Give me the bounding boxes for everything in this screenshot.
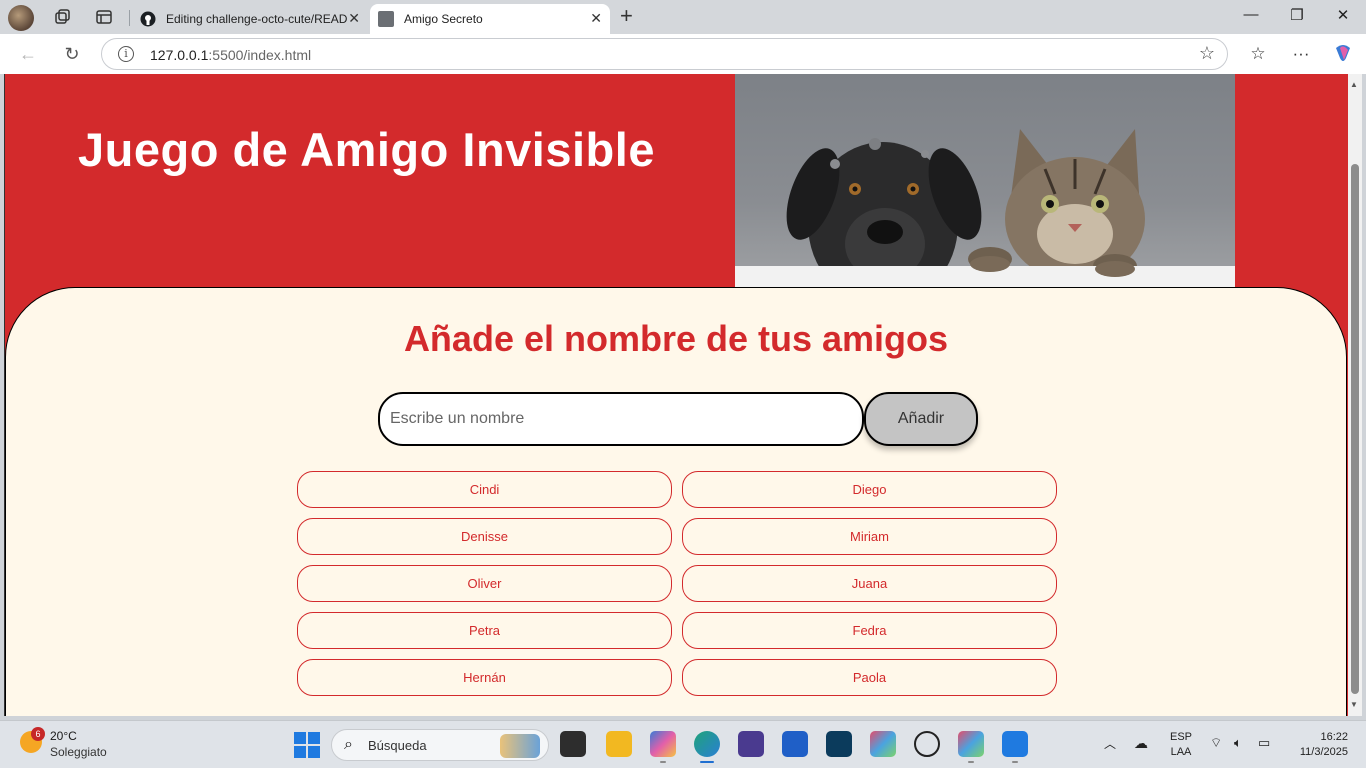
battery-icon[interactable]: ▭: [1258, 735, 1270, 751]
app-running-indicator: [1012, 761, 1018, 763]
tab-title: Editing challenge-octo-cute/READ: [166, 12, 348, 26]
new-tab-icon[interactable]: +: [620, 5, 633, 27]
url-text: 127.0.0.1:5500/index.html: [150, 47, 311, 63]
lang-code: ESP: [1169, 731, 1192, 743]
friend-item: Paola: [682, 659, 1057, 696]
close-tab-icon[interactable]: ✕: [348, 10, 360, 27]
vscode-icon[interactable]: [1002, 731, 1028, 757]
chatgpt-icon[interactable]: [914, 731, 940, 757]
app-icon[interactable]: [958, 731, 984, 757]
tab-title: Amigo Secreto: [404, 12, 483, 26]
language-indicator[interactable]: ESP LAA: [1168, 730, 1194, 760]
app-running-indicator: [968, 761, 974, 763]
file-explorer-icon[interactable]: [606, 731, 632, 757]
friends-list: Cindi Diego Denisse Miriam Oliver Juana …: [297, 471, 1057, 696]
url-host: 127.0.0.1: [150, 47, 209, 63]
favorite-star-icon[interactable]: ☆: [1199, 43, 1215, 64]
taskbar-search[interactable]: ⌕ Búsqueda: [331, 729, 549, 761]
taskbar: 6 20°C Soleggiato ⌕ Búsqueda ︿ ☁ ESP LAA…: [0, 720, 1366, 768]
friends-section: Añade el nombre de tus amigos Añadir Cin…: [5, 287, 1347, 716]
reload-icon[interactable]: ↻: [60, 42, 84, 66]
section-title: Añade el nombre de tus amigos: [403, 318, 949, 359]
site-favicon-icon: [378, 11, 394, 27]
lang-layout: LAA: [1170, 746, 1192, 758]
weather-temp[interactable]: 20°C: [50, 729, 77, 743]
disney-plus-icon[interactable]: [826, 731, 852, 757]
vertical-tabs-icon[interactable]: [92, 6, 116, 28]
copilot-app-icon[interactable]: [650, 731, 676, 757]
tray-chevron-icon[interactable]: ︿: [1104, 735, 1116, 752]
restore-icon[interactable]: ❐: [1287, 6, 1307, 24]
close-window-icon[interactable]: ✕: [1333, 6, 1353, 24]
scroll-down-icon[interactable]: ▼: [1350, 700, 1358, 709]
friend-item: Oliver: [297, 565, 672, 602]
weather-badge: 6: [31, 727, 45, 741]
scrollbar-thumb[interactable]: [1351, 164, 1359, 694]
app-icon[interactable]: [870, 731, 896, 757]
search-icon: ⌕: [344, 736, 353, 753]
hero-title: Juego de Amigo Invisible: [78, 123, 655, 176]
friend-item: Cindi: [297, 471, 672, 508]
app-running-indicator: [660, 761, 666, 763]
minimize-icon[interactable]: —: [1241, 6, 1261, 23]
edge-browser-icon[interactable]: [694, 731, 720, 757]
tab-github[interactable]: Editing challenge-octo-cute/READ ✕: [132, 4, 368, 34]
friend-item: Denisse: [297, 518, 672, 555]
wifi-icon[interactable]: ⌔: [1210, 735, 1222, 751]
friend-item: Fedra: [682, 612, 1057, 649]
app-active-indicator: [700, 761, 714, 763]
weather-desc[interactable]: Soleggiato: [50, 745, 107, 759]
favorites-icon[interactable]: ☆: [1246, 42, 1270, 66]
friend-item: Petra: [297, 612, 672, 649]
tab-amigo-secreto[interactable]: Amigo Secreto ✕: [370, 4, 610, 34]
more-options-icon[interactable]: ···: [1289, 42, 1313, 66]
friend-item: Hernán: [297, 659, 672, 696]
clock[interactable]: 16:22 11/3/2025: [1286, 730, 1348, 760]
tab-bar: Editing challenge-octo-cute/READ ✕ Amigo…: [0, 0, 1366, 34]
friend-item: Diego: [682, 471, 1057, 508]
site-info-icon[interactable]: i: [118, 46, 134, 62]
clock-date: 11/3/2025: [1299, 746, 1348, 758]
url-path: :5500/index.html: [208, 47, 312, 63]
clock-time: 16:22: [1320, 731, 1348, 743]
name-input[interactable]: [378, 392, 864, 446]
jw-app-icon[interactable]: [738, 731, 764, 757]
page-scrollbar[interactable]: ▲ ▼: [1348, 74, 1362, 716]
volume-icon[interactable]: 🔈︎: [1234, 735, 1242, 751]
back-icon[interactable]: ←: [16, 42, 40, 66]
profile-avatar[interactable]: [8, 5, 34, 31]
search-highlight-icon: [500, 734, 540, 758]
scroll-up-icon[interactable]: ▲: [1350, 80, 1358, 89]
copilot-icon[interactable]: [1331, 42, 1355, 66]
friend-item: Miriam: [682, 518, 1057, 555]
url-field[interactable]: i 127.0.0.1:5500/index.html ☆: [101, 38, 1228, 70]
onedrive-icon[interactable]: ☁: [1134, 735, 1148, 752]
workspaces-icon[interactable]: [50, 6, 74, 28]
github-icon: [140, 11, 156, 27]
friend-item: Juana: [682, 565, 1057, 602]
dog-and-cat-image: [735, 74, 1235, 288]
page-viewport: Juego de Amigo Invisible Añade el nombre…: [4, 74, 1348, 716]
close-tab-icon[interactable]: ✕: [590, 10, 602, 27]
store-icon[interactable]: [782, 731, 808, 757]
start-windows-icon[interactable]: [294, 732, 320, 758]
add-button[interactable]: Añadir: [864, 392, 978, 446]
tab-separator: [129, 10, 130, 26]
search-placeholder: Búsqueda: [368, 738, 427, 753]
task-view-icon[interactable]: [560, 731, 586, 757]
address-bar: ← ↻ i 127.0.0.1:5500/index.html ☆ ☆ ···: [0, 34, 1366, 74]
